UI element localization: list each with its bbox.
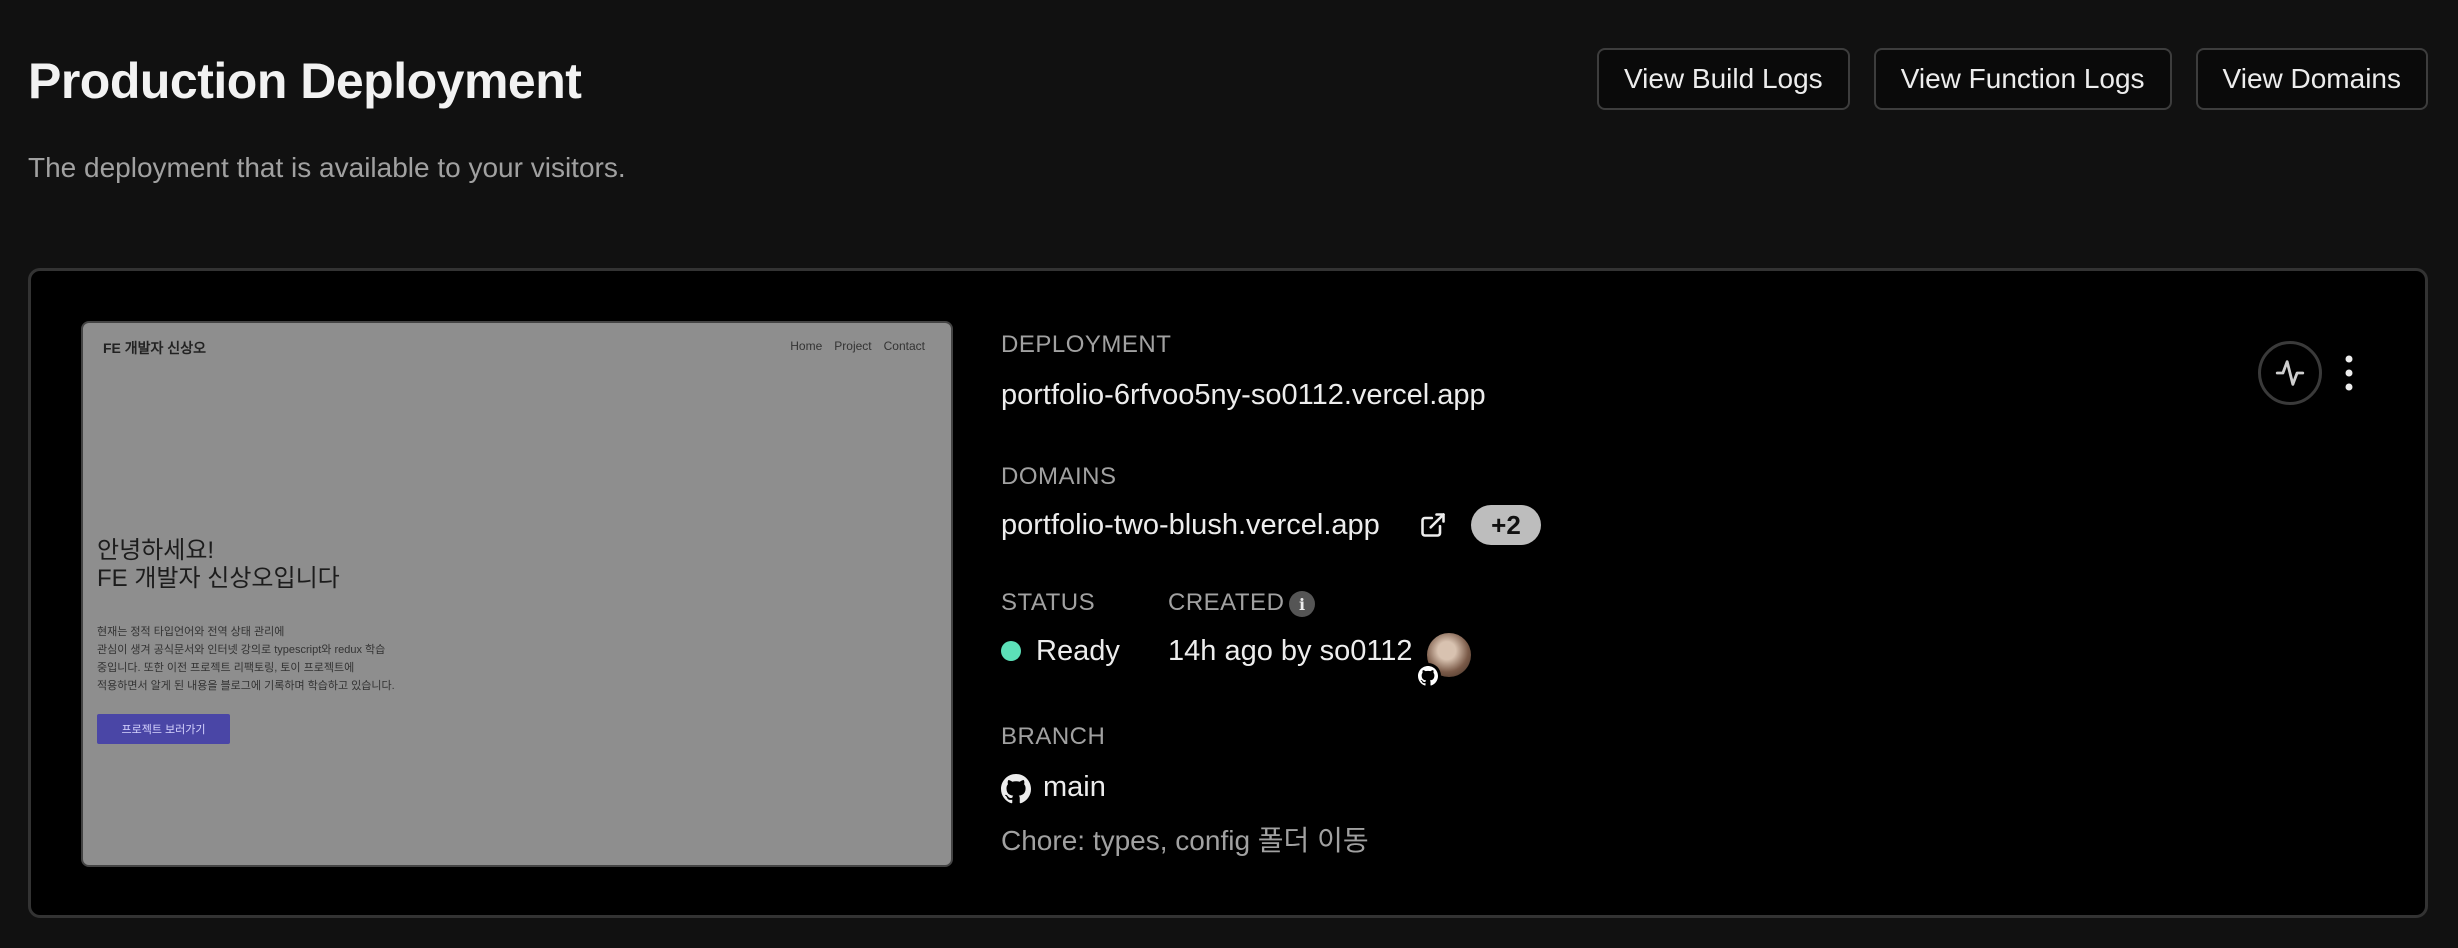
preview-nav-contact: Contact bbox=[883, 339, 925, 353]
branch-label: BRANCH bbox=[1001, 723, 1106, 750]
deployment-card: FE 개발자 신상오 Home Project Contact 안녕하세요! F… bbox=[28, 268, 2428, 918]
page-title: Production Deployment bbox=[28, 53, 582, 109]
preview-body: 현재는 정적 타입언어와 전역 상태 관리에 관심이 생겨 공식문서와 인터넷 … bbox=[97, 623, 395, 695]
commit-message-link[interactable]: Chore: types, config 폴더 이동 bbox=[1001, 819, 1369, 859]
created-label: CREATED bbox=[1168, 589, 1285, 616]
view-build-logs-button[interactable]: View Build Logs bbox=[1596, 48, 1850, 110]
status-dot-icon bbox=[1001, 641, 1021, 661]
external-link-icon[interactable] bbox=[1419, 511, 1447, 539]
preview-nav-project: Project bbox=[834, 339, 872, 353]
deployment-url-link[interactable]: portfolio-6rfvoo5ny-so0112.vercel.app bbox=[1001, 379, 1486, 412]
github-icon bbox=[1001, 774, 1031, 804]
domain-link[interactable]: portfolio-two-blush.vercel.app bbox=[1001, 509, 1380, 542]
header-actions: View Build Logs View Function Logs View … bbox=[1596, 48, 2428, 110]
deployment-label: DEPLOYMENT bbox=[1001, 331, 1172, 358]
preview-body-line: 중입니다. 또한 이전 프로젝트 리팩토링, 토이 프로젝트에 bbox=[97, 662, 355, 674]
status-label: STATUS bbox=[1001, 589, 1096, 616]
created-value: 14h ago by so0112 bbox=[1168, 635, 1413, 667]
page-subtitle: The deployment that is available to your… bbox=[28, 152, 626, 183]
preview-body-line: 적용하면서 알게 된 내용을 블로그에 기록하며 학습하고 있습니다. bbox=[97, 680, 395, 692]
deployment-preview[interactable]: FE 개발자 신상오 Home Project Contact 안녕하세요! F… bbox=[81, 321, 953, 867]
preview-project-button: 프로젝트 보러가기 bbox=[97, 714, 230, 744]
preview-brand: FE 개발자 신상오 bbox=[103, 340, 206, 356]
domains-label: DOMAINS bbox=[1001, 463, 1117, 490]
activity-icon bbox=[2275, 360, 2305, 386]
preview-body-line: 관심이 생겨 공식문서와 인터넷 강의로 typescript와 redux 학… bbox=[97, 644, 386, 656]
status-value: Ready bbox=[1036, 635, 1120, 667]
github-badge-icon bbox=[1415, 663, 1441, 689]
preview-body-line: 현재는 정적 타입언어와 전역 상태 관리에 bbox=[97, 626, 285, 638]
preview-heading-line1: 안녕하세요! bbox=[97, 537, 215, 564]
view-domains-button[interactable]: View Domains bbox=[2195, 48, 2428, 110]
preview-heading-line2: FE 개발자 신상오입니다 bbox=[97, 565, 340, 592]
kebab-menu-icon[interactable] bbox=[2339, 351, 2359, 395]
branch-link[interactable]: main bbox=[1043, 771, 1106, 804]
activity-button[interactable] bbox=[2258, 341, 2322, 405]
preview-heading: 안녕하세요! FE 개발자 신상오입니다 bbox=[97, 537, 340, 593]
github-icon bbox=[1418, 666, 1438, 686]
info-icon[interactable]: i bbox=[1289, 591, 1315, 617]
preview-nav: Home Project Contact bbox=[790, 339, 925, 353]
preview-nav-home: Home bbox=[790, 339, 823, 353]
view-function-logs-button[interactable]: View Function Logs bbox=[1873, 48, 2172, 110]
extra-domains-badge[interactable]: +2 bbox=[1471, 505, 1541, 545]
